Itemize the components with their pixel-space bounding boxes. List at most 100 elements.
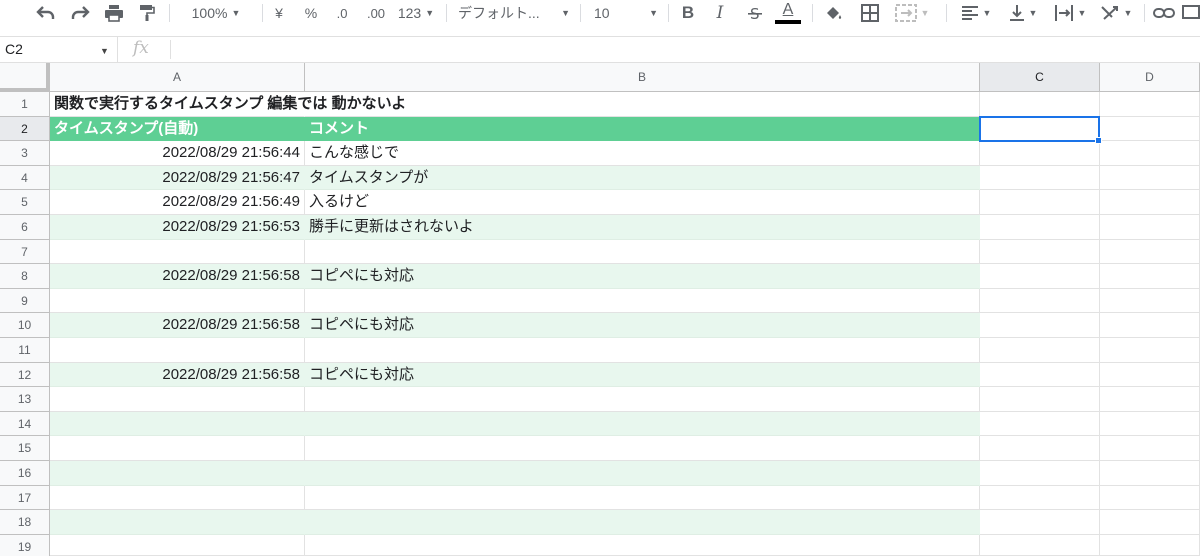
cell-b15[interactable] bbox=[305, 436, 980, 461]
row-header-16[interactable]: 16 bbox=[0, 461, 50, 486]
cell-a16[interactable] bbox=[50, 461, 305, 486]
header-timestamp[interactable]: タイムスタンプ(自動) bbox=[50, 116, 305, 142]
row-header-18[interactable]: 18 bbox=[0, 510, 50, 535]
row-header-6[interactable]: 6 bbox=[0, 215, 50, 240]
cell-c2[interactable] bbox=[980, 116, 1100, 142]
row-header-1[interactable]: 1 bbox=[0, 92, 50, 117]
timestamp-cell[interactable]: 2022/08/29 21:56:53 bbox=[50, 215, 305, 240]
timestamp-cell[interactable]: 2022/08/29 21:56:47 bbox=[50, 165, 305, 191]
cell-a17[interactable] bbox=[50, 485, 305, 511]
undo-icon[interactable] bbox=[34, 0, 58, 26]
cell-d18[interactable] bbox=[1100, 510, 1200, 535]
comment-cell[interactable]: タイムスタンプが bbox=[305, 165, 980, 191]
italic-button[interactable]: I bbox=[710, 0, 730, 26]
cell-c18[interactable] bbox=[980, 510, 1100, 535]
column-header-d[interactable]: D bbox=[1100, 63, 1200, 92]
cell-d14[interactable] bbox=[1100, 411, 1200, 437]
cell-b16[interactable] bbox=[305, 461, 980, 486]
text-color-button[interactable]: A bbox=[774, 0, 802, 26]
row-header-7[interactable]: 7 bbox=[0, 239, 50, 265]
cell-d9[interactable] bbox=[1100, 288, 1200, 314]
row-header-13[interactable]: 13 bbox=[0, 387, 50, 412]
row-header-5[interactable]: 5 bbox=[0, 190, 50, 215]
cell-c9[interactable] bbox=[980, 288, 1100, 314]
column-header-b[interactable]: B bbox=[305, 63, 980, 92]
cell-c4[interactable] bbox=[980, 165, 1100, 191]
cell-c1[interactable] bbox=[980, 92, 1100, 117]
timestamp-cell[interactable]: 2022/08/29 21:56:58 bbox=[50, 362, 305, 388]
cell-a19[interactable] bbox=[50, 534, 305, 556]
comment-cell[interactable]: 入るけど bbox=[305, 190, 980, 215]
horizontal-align-icon[interactable]: ▼ bbox=[956, 0, 996, 26]
row-header-11[interactable]: 11 bbox=[0, 338, 50, 363]
merge-cells-icon[interactable]: ▼ bbox=[892, 0, 932, 26]
cell-d5[interactable] bbox=[1100, 190, 1200, 215]
timestamp-cell[interactable]: 2022/08/29 21:56:49 bbox=[50, 190, 305, 215]
comment-cell[interactable]: コピペにも対応 bbox=[305, 362, 980, 388]
text-rotation-icon[interactable]: ▼ bbox=[1096, 0, 1136, 26]
column-header-a[interactable]: A bbox=[50, 63, 305, 92]
row-header-15[interactable]: 15 bbox=[0, 436, 50, 461]
cell-b14[interactable] bbox=[305, 411, 980, 437]
vertical-align-icon[interactable]: ▼ bbox=[1004, 0, 1042, 26]
select-all-corner[interactable] bbox=[0, 63, 50, 92]
redo-icon[interactable] bbox=[68, 0, 92, 26]
cell-d13[interactable] bbox=[1100, 387, 1200, 412]
insert-link-icon[interactable] bbox=[1152, 0, 1176, 26]
cell-c10[interactable] bbox=[980, 313, 1100, 338]
timestamp-cell[interactable]: 2022/08/29 21:56:58 bbox=[50, 313, 305, 338]
timestamp-cell[interactable] bbox=[50, 288, 305, 314]
insert-comment-icon[interactable] bbox=[1182, 0, 1200, 26]
cell-c19[interactable] bbox=[980, 534, 1100, 556]
decrease-decimal-button[interactable]: .0 bbox=[330, 0, 354, 26]
cell-c12[interactable] bbox=[980, 362, 1100, 388]
cell-d2[interactable] bbox=[1100, 116, 1200, 142]
cell-b17[interactable] bbox=[305, 485, 980, 511]
cell-d8[interactable] bbox=[1100, 264, 1200, 289]
cell-b1[interactable] bbox=[305, 92, 980, 117]
comment-cell[interactable]: コピペにも対応 bbox=[305, 264, 980, 289]
cell-c17[interactable] bbox=[980, 485, 1100, 511]
cell-d11[interactable] bbox=[1100, 338, 1200, 363]
row-header-17[interactable]: 17 bbox=[0, 485, 50, 511]
cell-a14[interactable] bbox=[50, 411, 305, 437]
currency-format-button[interactable]: ¥ bbox=[270, 0, 288, 26]
row-header-8[interactable]: 8 bbox=[0, 264, 50, 289]
row-header-2[interactable]: 2 bbox=[0, 116, 50, 142]
row-header-10[interactable]: 10 bbox=[0, 313, 50, 338]
cell-d1[interactable] bbox=[1100, 92, 1200, 117]
font-size-select[interactable]: 10 ▼ bbox=[594, 0, 658, 26]
cell-a13[interactable] bbox=[50, 387, 305, 412]
comment-cell[interactable] bbox=[305, 338, 980, 363]
borders-icon[interactable] bbox=[858, 0, 882, 26]
cell-d19[interactable] bbox=[1100, 534, 1200, 556]
timestamp-cell[interactable] bbox=[50, 239, 305, 265]
strikethrough-icon[interactable]: S bbox=[744, 0, 766, 26]
cell-d7[interactable] bbox=[1100, 239, 1200, 265]
cell-c13[interactable] bbox=[980, 387, 1100, 412]
timestamp-cell[interactable]: 2022/08/29 21:56:58 bbox=[50, 264, 305, 289]
cell-b19[interactable] bbox=[305, 534, 980, 556]
header-comment[interactable]: コメント bbox=[305, 116, 980, 142]
percent-format-button[interactable]: % bbox=[300, 0, 322, 26]
cell-a15[interactable] bbox=[50, 436, 305, 461]
zoom-select[interactable]: 100% ▼ bbox=[180, 0, 252, 26]
timestamp-cell[interactable]: 2022/08/29 21:56:44 bbox=[50, 141, 305, 166]
cell-d4[interactable] bbox=[1100, 165, 1200, 191]
cell-c7[interactable] bbox=[980, 239, 1100, 265]
bold-button[interactable]: B bbox=[678, 0, 698, 26]
comment-cell[interactable] bbox=[305, 288, 980, 314]
cell-c15[interactable] bbox=[980, 436, 1100, 461]
cell-d15[interactable] bbox=[1100, 436, 1200, 461]
cell-c8[interactable] bbox=[980, 264, 1100, 289]
text-wrap-icon[interactable]: ▼ bbox=[1050, 0, 1090, 26]
comment-cell[interactable]: コピペにも対応 bbox=[305, 313, 980, 338]
number-format-select[interactable]: 123 ▼ bbox=[396, 0, 436, 26]
comment-cell[interactable]: こんな感じで bbox=[305, 141, 980, 166]
cell-b18[interactable] bbox=[305, 510, 980, 535]
formula-input[interactable] bbox=[172, 37, 1200, 62]
sheet-title[interactable]: 関数で実行するタイムスタンプ 編集では 動かないよ bbox=[50, 92, 406, 117]
cell-d16[interactable] bbox=[1100, 461, 1200, 486]
cell-b13[interactable] bbox=[305, 387, 980, 412]
name-box[interactable]: C2 ▼ bbox=[0, 37, 118, 62]
